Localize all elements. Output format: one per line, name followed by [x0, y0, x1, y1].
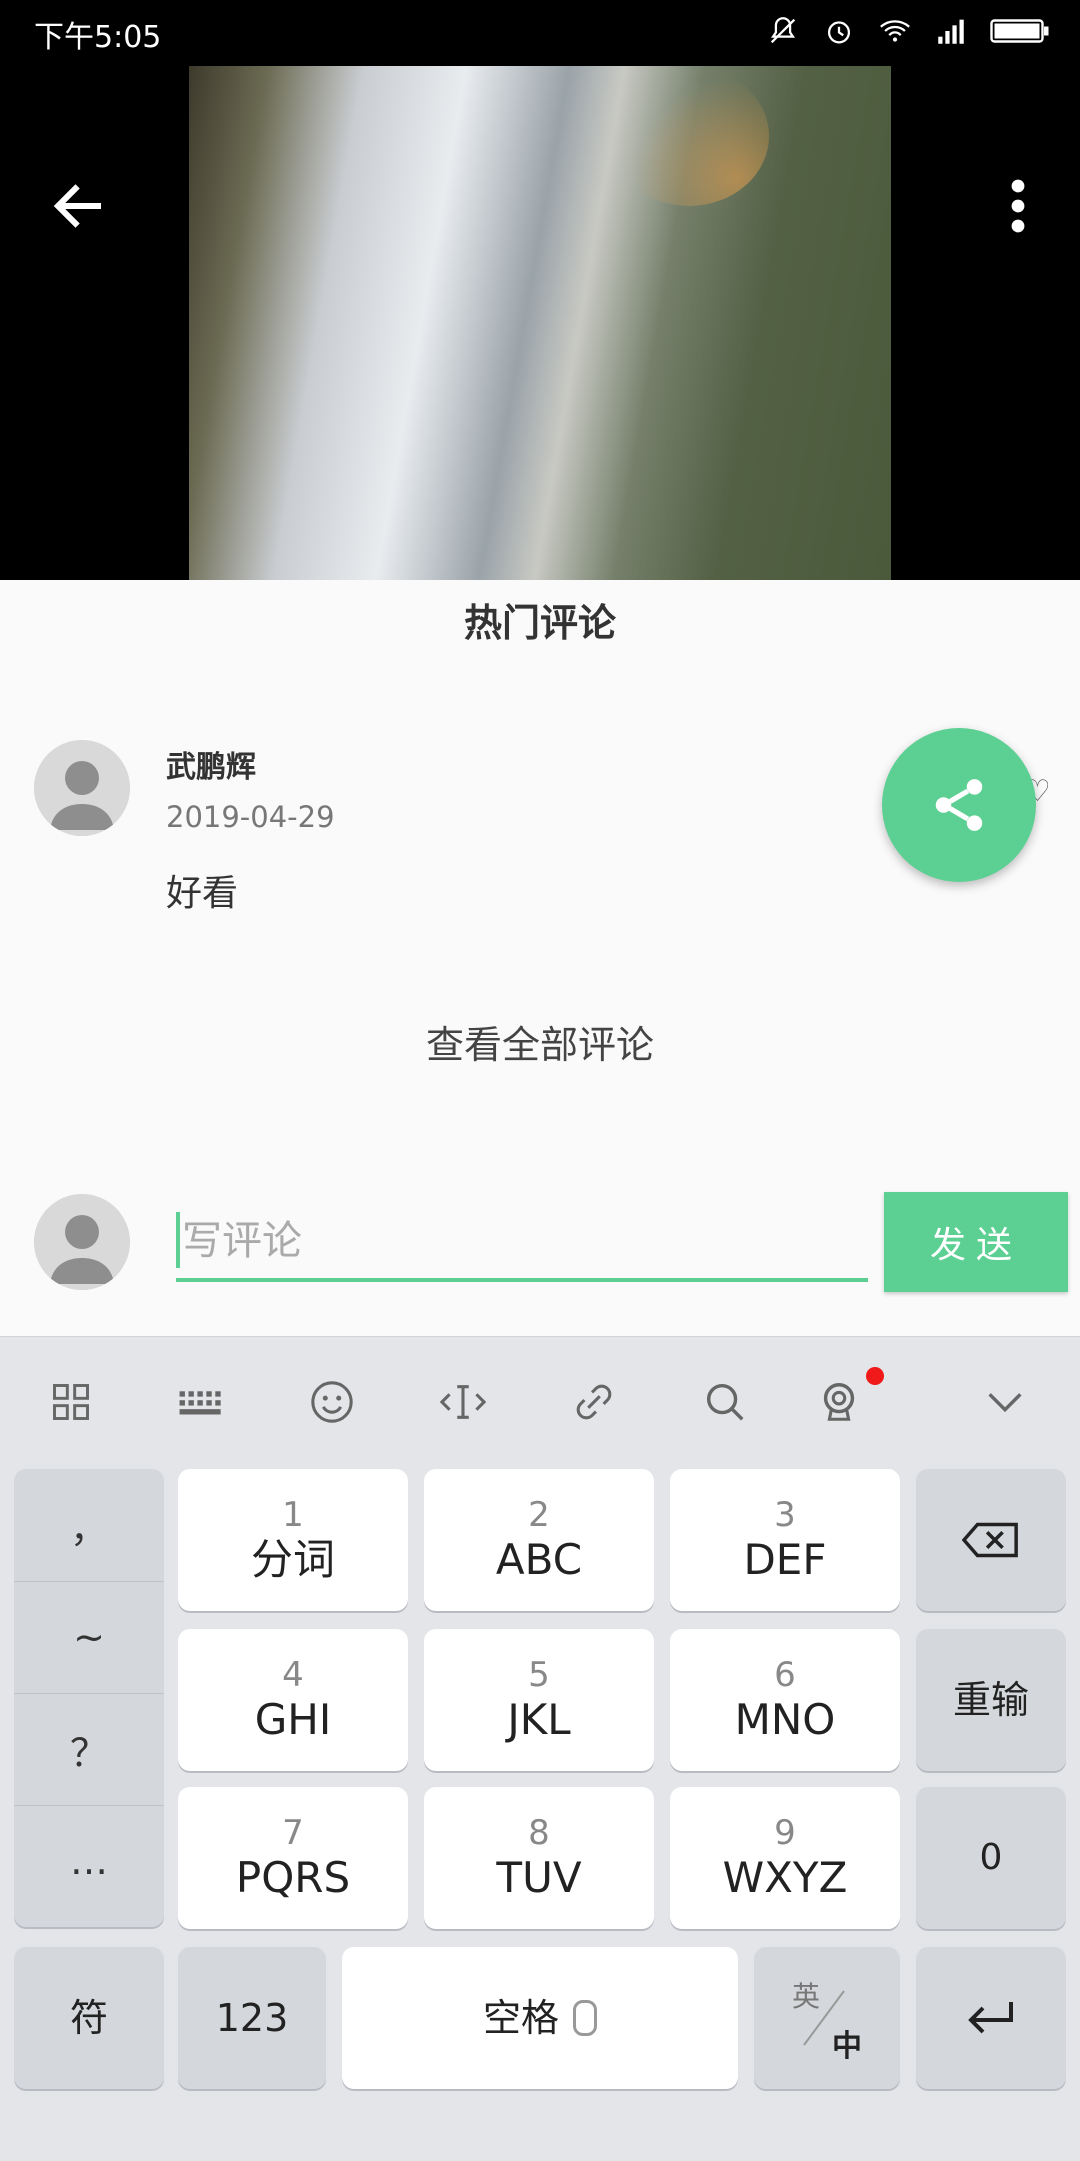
notification-dot [866, 1367, 884, 1385]
space-key[interactable]: 空格 [342, 1947, 738, 2089]
avatar[interactable] [34, 740, 130, 836]
current-user-avatar [34, 1194, 130, 1290]
key-6[interactable]: 6 MNO [670, 1629, 900, 1771]
key-3[interactable]: 3 DEF [670, 1469, 900, 1611]
key-label: ABC [495, 1535, 583, 1584]
punct-key[interactable]: … [14, 1805, 164, 1917]
view-all-comments-link[interactable]: 查看全部评论 [0, 1014, 1080, 1069]
key-number: 8 [528, 1813, 550, 1853]
key-number: 2 [528, 1495, 550, 1535]
comment-input[interactable] [176, 1204, 868, 1282]
punct-key[interactable]: ~ [14, 1581, 164, 1694]
retype-key[interactable]: 重输 [916, 1629, 1066, 1771]
key-number: 3 [774, 1495, 796, 1535]
key-number: 6 [774, 1655, 796, 1695]
key-5[interactable]: 5 JKL [424, 1629, 654, 1771]
key-label: DEF [743, 1535, 827, 1584]
key-8[interactable]: 8 TUV [424, 1787, 654, 1929]
key-label: GHI [254, 1695, 332, 1744]
key-label: 123 [215, 1996, 289, 2040]
key-label: PQRS [235, 1853, 351, 1902]
collapse-icon[interactable] [970, 1367, 1040, 1437]
key-number: 4 [282, 1655, 304, 1695]
key-label: 重输 [952, 1678, 1029, 1722]
key-label: 符 [69, 1996, 108, 2040]
key-number: 1 [282, 1495, 304, 1535]
user-silhouette-icon [34, 740, 130, 836]
backspace-icon [962, 1522, 1018, 1558]
keyboard-toolbar [0, 1337, 1080, 1467]
more-vert-icon[interactable] [998, 176, 1038, 236]
key-2[interactable]: 2 ABC [424, 1469, 654, 1611]
wifi-icon [880, 20, 910, 42]
video-cover[interactable] [0, 66, 1080, 580]
battery-icon [990, 19, 1049, 43]
status-bar: 下午5:05 [0, 0, 1080, 66]
user-silhouette-icon [34, 1194, 130, 1290]
emoji-icon[interactable] [297, 1367, 367, 1437]
share-icon [935, 779, 983, 831]
comment-date: 2019-04-29 [166, 800, 335, 834]
slash-divider [803, 1990, 845, 2046]
punctuation-column: ， ~ ？ … [14, 1469, 164, 1927]
punct-key[interactable]: ？ [14, 1693, 164, 1806]
soft-keyboard: ， ~ ？ … 1 分词 2 ABC 3 DEF 4 GHI 5 JKL 6 M… [0, 1336, 1080, 2161]
cursor-icon[interactable] [428, 1367, 498, 1437]
key-label: 分词 [250, 1535, 335, 1584]
key-label: MNO [734, 1695, 836, 1744]
comment-text: 好看 [166, 873, 239, 914]
mute-icon [770, 17, 796, 44]
status-time: 下午5:05 [34, 20, 162, 55]
link-icon[interactable] [559, 1367, 629, 1437]
key-4[interactable]: 4 GHI [178, 1629, 408, 1771]
status-icons [766, 14, 1050, 48]
signal-icon [938, 19, 964, 44]
voice-assistant-icon[interactable] [804, 1367, 874, 1437]
numbers-key[interactable]: 123 [178, 1947, 326, 2089]
share-button[interactable] [882, 728, 1036, 882]
zero-key[interactable]: 0 [916, 1787, 1066, 1929]
key-number: 7 [282, 1813, 304, 1853]
enter-key[interactable] [916, 1947, 1066, 2089]
waterfall-image [189, 66, 891, 580]
key-label: JKL [507, 1695, 571, 1744]
key-9[interactable]: 9 WXYZ [670, 1787, 900, 1929]
back-arrow-icon[interactable] [48, 176, 108, 236]
enter-icon [968, 2002, 1013, 2034]
key-label: 0 [979, 1837, 1003, 1878]
text-caret [176, 1212, 180, 1268]
punct-key[interactable]: ， [14, 1469, 164, 1582]
key-1[interactable]: 1 分词 [178, 1469, 408, 1611]
key-label: WXYZ [722, 1853, 848, 1902]
key-7[interactable]: 7 PQRS [178, 1787, 408, 1929]
section-title: 热门评论 [463, 601, 616, 645]
backspace-key[interactable] [916, 1469, 1066, 1611]
key-label: 空格 [482, 1996, 559, 2040]
search-icon[interactable] [690, 1367, 760, 1437]
symbol-key[interactable]: 符 [14, 1947, 164, 2089]
comment-author: 武鹏辉 [166, 750, 256, 785]
key-number: 5 [528, 1655, 550, 1695]
language-switch-key[interactable]: 英 中 [754, 1947, 900, 2089]
send-button[interactable]: 发送 [884, 1192, 1068, 1292]
microphone-icon [573, 2000, 597, 2036]
keyboard-icon[interactable] [166, 1367, 236, 1437]
key-label: TUV [496, 1853, 582, 1902]
key-number: 9 [774, 1813, 796, 1853]
grid-icon[interactable] [36, 1367, 106, 1437]
alarm-icon [827, 21, 851, 44]
